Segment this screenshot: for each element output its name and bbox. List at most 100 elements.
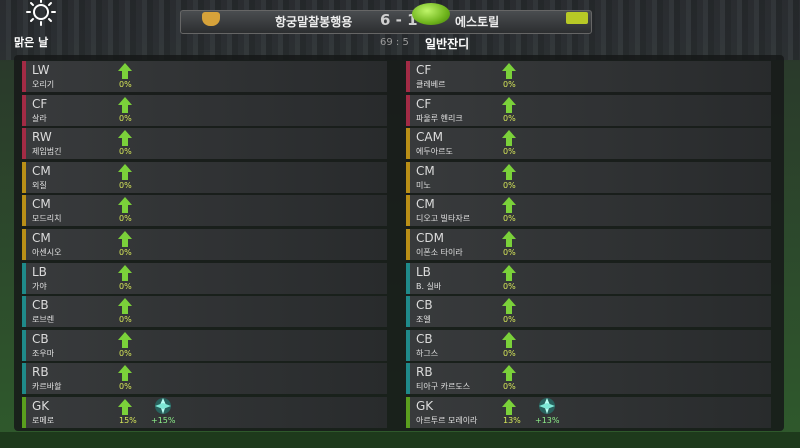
player-name: 오리기	[32, 80, 55, 89]
condition-up-arrow-icon	[502, 63, 516, 79]
condition-up-arrow-icon	[118, 298, 132, 315]
condition-up-arrow-icon	[118, 197, 132, 214]
player-row[interactable]: RW 제임범긴 0%	[22, 128, 387, 160]
condition-percent: 0%	[119, 315, 132, 325]
condition-percent: 0%	[119, 247, 132, 257]
player-name: 티아구 카르도스	[416, 382, 471, 392]
player-row[interactable]: LB 가야 0%	[22, 262, 387, 294]
weather-label: 맑은 날	[14, 36, 49, 49]
condition-up-arrow-icon	[118, 63, 132, 79]
home-player-list: LW 오리기 0% CF 살라 0% RW 제임범긴 0% CM 외질 0% CM 모드리치 0% CM 아센시…	[22, 61, 387, 431]
position-line-bar	[22, 161, 26, 193]
player-row[interactable]: GK 로메로 15% +15%	[22, 396, 387, 428]
player-row[interactable]: CB 로브렌 0%	[22, 296, 387, 328]
player-name: B. 실바	[416, 281, 442, 291]
player-name: 조우마	[32, 348, 55, 358]
condition-percent: 0%	[119, 147, 132, 157]
bottom-menu-strip	[0, 432, 800, 448]
player-row[interactable]: CM 디오고 빌타자르 0%	[406, 195, 771, 227]
player-position: CM	[416, 197, 435, 212]
away-player-list: CF 클레베르 0% CF 파울루 헨리크 0% CAM 에두아르도 0% CM 미노 0% CM 디오고…	[406, 61, 771, 431]
bonus-emblem-icon	[150, 396, 176, 416]
position-line-bar	[22, 61, 26, 92]
position-line-bar	[406, 94, 410, 126]
condition-percent: 0%	[119, 348, 132, 358]
player-row[interactable]: CF 클레베르 0%	[406, 61, 771, 92]
position-line-bar	[406, 329, 410, 361]
player-row[interactable]: RB 카르바할 0%	[22, 363, 387, 395]
player-row[interactable]: CB 조우마 0%	[22, 329, 387, 361]
player-row[interactable]: CM 미노 0%	[406, 161, 771, 193]
player-name: 외질	[32, 180, 47, 190]
condition-percent: 0%	[503, 147, 516, 157]
condition-percent: 15%	[119, 415, 137, 425]
condition-up-arrow-icon	[502, 365, 516, 382]
player-position: RB	[416, 365, 433, 380]
condition-percent: 0%	[119, 214, 132, 224]
player-position: CB	[416, 331, 433, 346]
player-name: 조엘	[416, 315, 431, 325]
bonus-percent: +13%	[535, 415, 560, 425]
player-row[interactable]: LB B. 실바 0%	[406, 262, 771, 294]
player-row[interactable]: CDM 이폰소 타이라 0%	[406, 228, 771, 260]
player-row[interactable]: GK 아르투르 모레이라 13% +13%	[406, 396, 771, 428]
player-name: 이폰소 타이라	[416, 247, 463, 257]
player-position: GK	[416, 398, 434, 413]
condition-percent: 0%	[503, 180, 516, 190]
player-row[interactable]: CAM 에두아르도 0%	[406, 128, 771, 160]
condition-percent: 0%	[503, 382, 516, 392]
player-row[interactable]: CM 모드리치 0%	[22, 195, 387, 227]
condition-up-arrow-icon	[118, 365, 132, 382]
player-row[interactable]: LW 오리기 0%	[22, 61, 387, 92]
position-line-bar	[22, 195, 26, 227]
position-line-bar	[22, 363, 26, 395]
player-row[interactable]: CB 하그스 0%	[406, 329, 771, 361]
condition-up-arrow-icon	[502, 230, 516, 247]
condition-up-arrow-icon	[118, 398, 132, 415]
player-name: 에두아르도	[416, 147, 453, 157]
condition-up-arrow-icon	[502, 163, 516, 180]
player-row[interactable]: CM 외질 0%	[22, 161, 387, 193]
position-line-bar	[406, 161, 410, 193]
match-time: 69 : 5	[380, 37, 409, 48]
player-name: 로브렌	[32, 315, 55, 325]
condition-up-arrow-icon	[502, 130, 516, 147]
home-crest-icon	[202, 12, 220, 26]
position-line-bar	[406, 195, 410, 227]
player-position: CM	[416, 163, 435, 178]
player-position: RB	[32, 365, 49, 380]
position-line-bar	[406, 262, 410, 294]
player-position: CF	[416, 96, 432, 111]
condition-up-arrow-icon	[118, 264, 132, 281]
condition-percent: 0%	[503, 348, 516, 358]
player-position: CF	[32, 96, 48, 111]
player-name: 아센시오	[32, 247, 62, 257]
condition-up-arrow-icon	[118, 96, 132, 113]
position-line-bar	[406, 228, 410, 260]
player-position: CB	[32, 331, 49, 346]
position-line-bar	[22, 296, 26, 328]
player-position: RW	[32, 130, 52, 145]
condition-up-arrow-icon	[118, 331, 132, 348]
player-row[interactable]: CM 아센시오 0%	[22, 228, 387, 260]
condition-percent: 0%	[119, 180, 132, 190]
player-name: 디오고 빌타자르	[416, 214, 471, 224]
condition-up-arrow-icon	[502, 264, 516, 281]
player-name: 모드리치	[32, 214, 62, 224]
player-position: LB	[416, 264, 431, 279]
player-row[interactable]: RB 티아구 카르도스 0%	[406, 363, 771, 395]
condition-up-arrow-icon	[502, 197, 516, 214]
position-line-bar	[406, 61, 410, 92]
player-name: 클레베르	[416, 80, 446, 89]
player-row[interactable]: CF 파울루 헨리크 0%	[406, 94, 771, 126]
position-line-bar	[22, 329, 26, 361]
player-position: GK	[32, 398, 50, 413]
condition-up-arrow-icon	[502, 96, 516, 113]
bonus-percent: +15%	[151, 415, 176, 425]
player-position: CB	[32, 298, 49, 313]
away-team-name: 에스토릴	[455, 15, 500, 29]
player-position: CM	[32, 230, 51, 245]
player-name: 가야	[32, 281, 47, 291]
player-row[interactable]: CF 살라 0%	[22, 94, 387, 126]
player-row[interactable]: CB 조엘 0%	[406, 296, 771, 328]
